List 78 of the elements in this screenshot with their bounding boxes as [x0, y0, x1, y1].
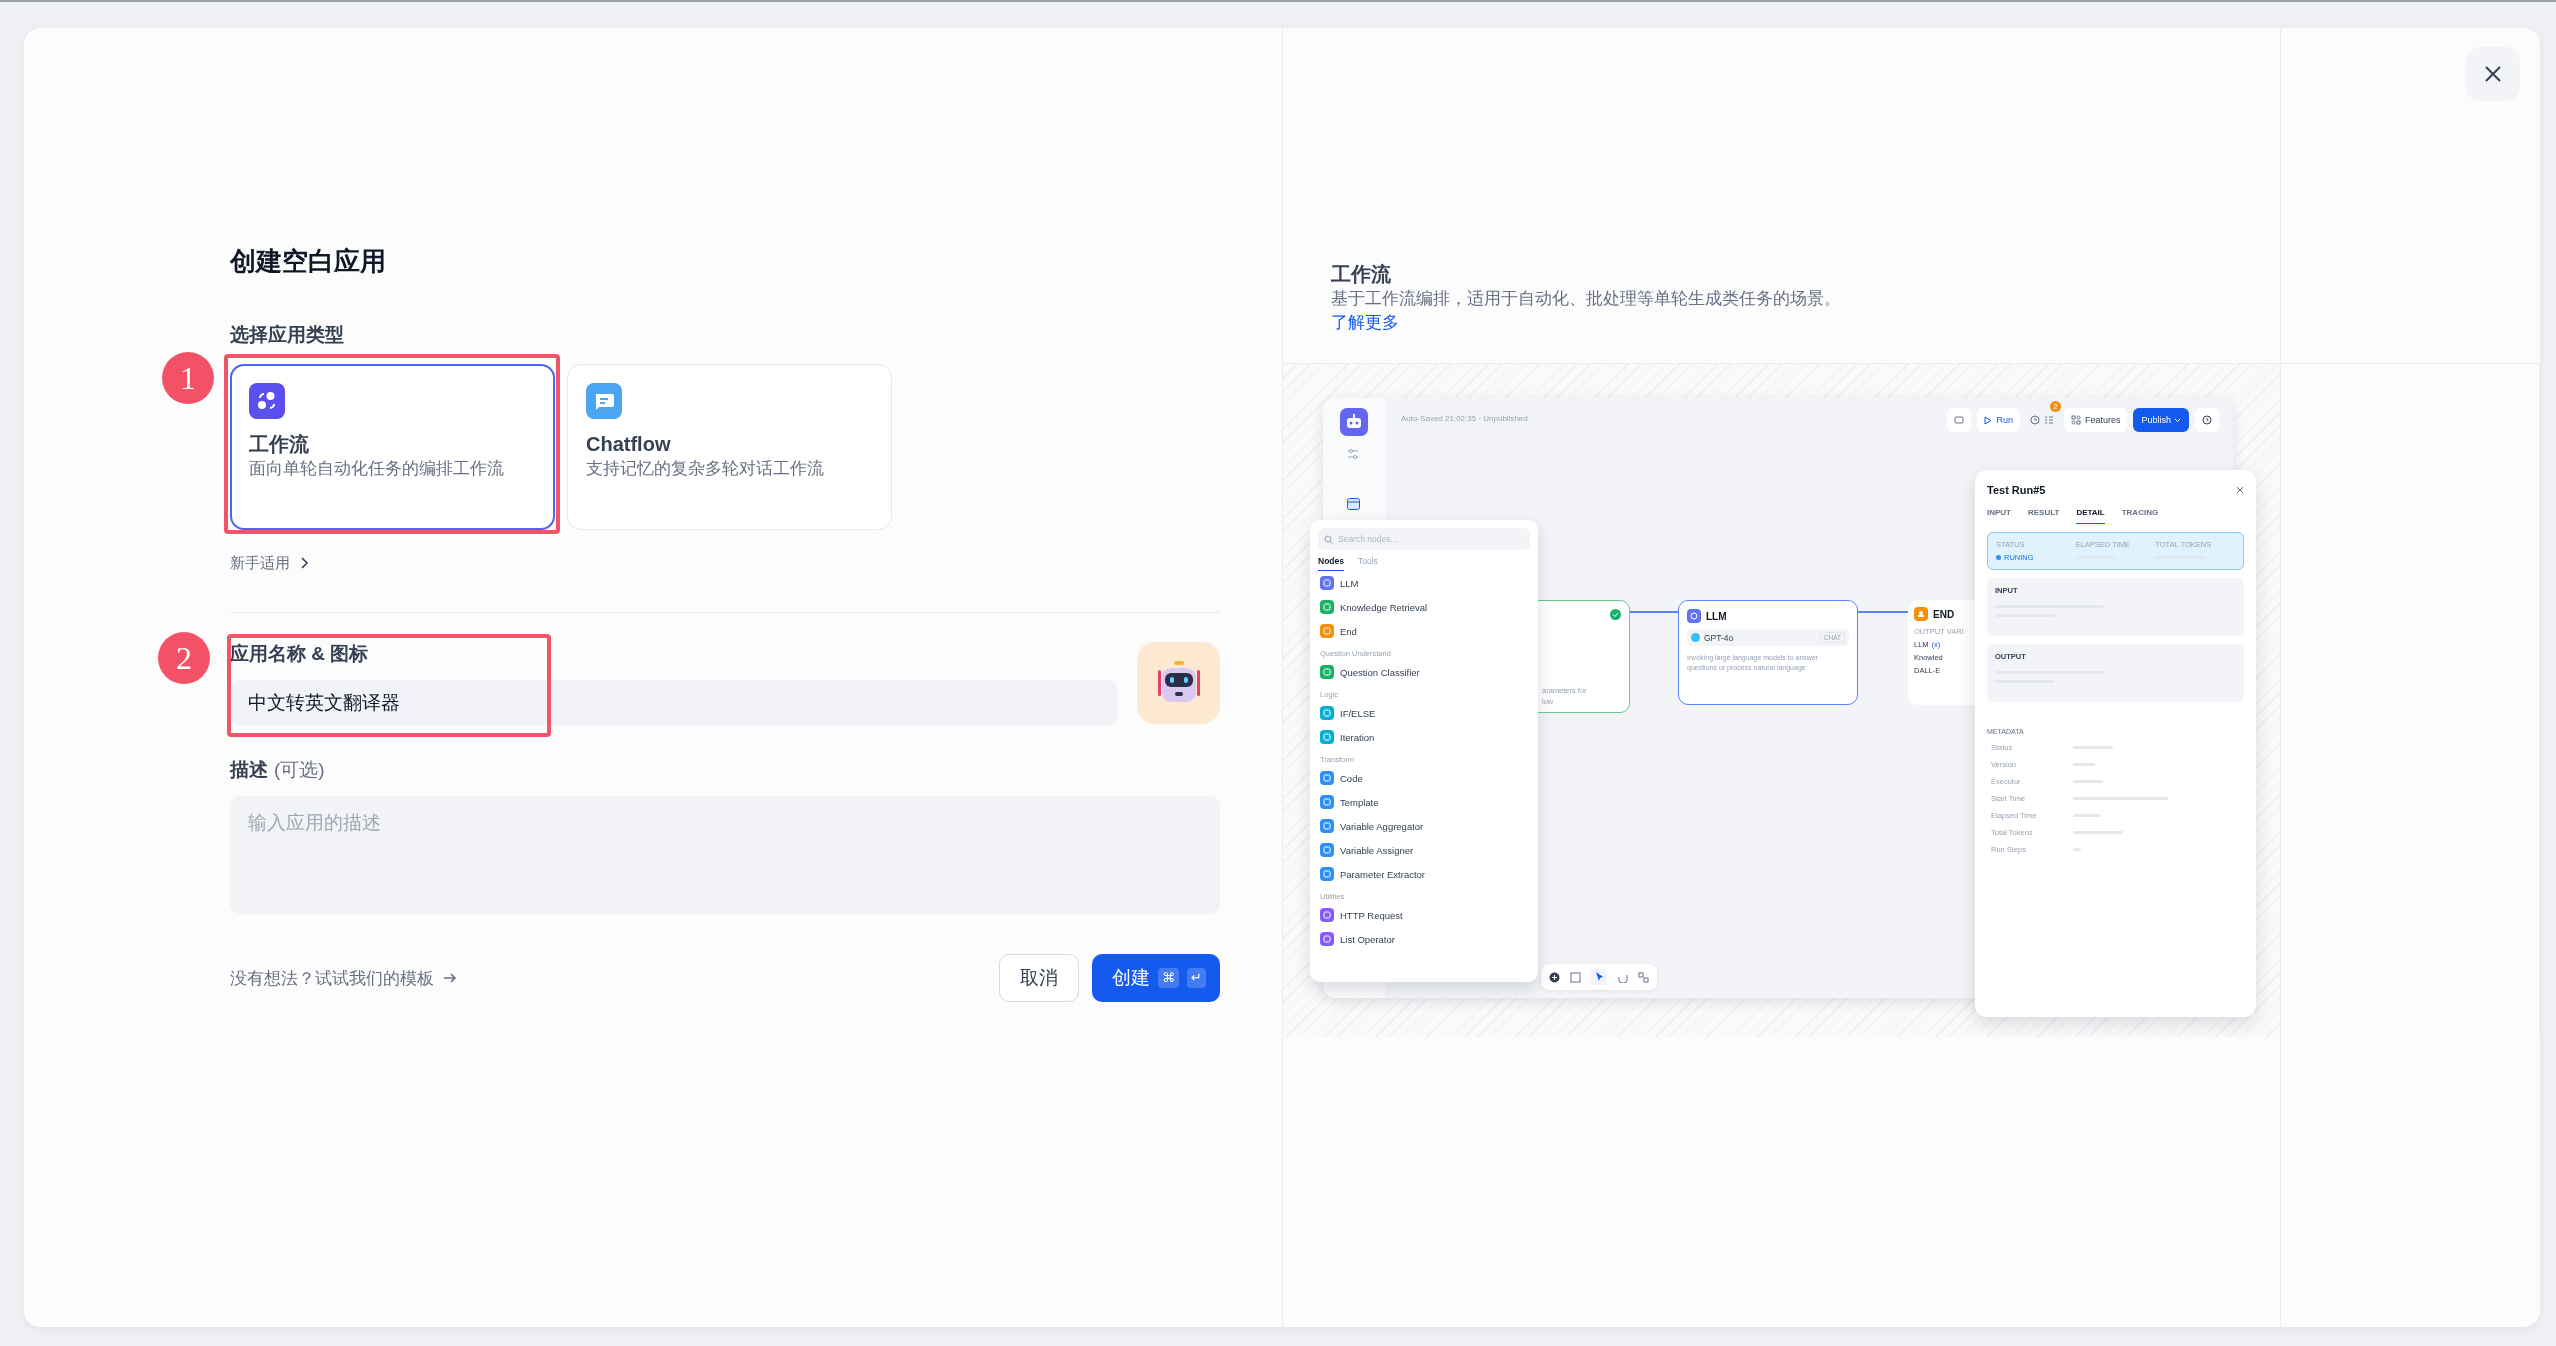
- card-title: 工作流: [249, 432, 309, 457]
- clock-icon[interactable]: [2029, 415, 2040, 425]
- preview-description: 基于工作流编排，适用于自动化、批处理等单轮生成类任务的场景。 了解更多: [1331, 288, 1842, 334]
- learn-more-link[interactable]: 了解更多: [1331, 313, 1399, 332]
- palette-item[interactable]: End: [1318, 619, 1530, 643]
- palette-item[interactable]: List Operator: [1318, 927, 1530, 951]
- palette-item[interactable]: Variable Assigner: [1318, 838, 1530, 862]
- panel-tab[interactable]: TRACING: [2121, 508, 2159, 524]
- grid-icon: [2070, 415, 2081, 425]
- cancel-button[interactable]: 取消: [999, 954, 1080, 1002]
- palette-item[interactable]: IF/ELSE: [1318, 701, 1530, 725]
- workflow-icon: [249, 383, 285, 419]
- node-icon: [1914, 607, 1928, 621]
- play-icon: [1984, 415, 1993, 425]
- palette-tab[interactable]: Nodes: [1318, 556, 1344, 571]
- node-icon: [1687, 609, 1701, 623]
- chevron-icon: [298, 556, 310, 570]
- panel-tab[interactable]: DETAIL: [2076, 508, 2105, 524]
- publish-button[interactable]: Publish: [2133, 408, 2189, 432]
- panel-tab[interactable]: INPUT: [1987, 508, 2011, 524]
- search-icon: [1324, 534, 1333, 544]
- palette-item[interactable]: LLM: [1318, 571, 1530, 595]
- palette-item[interactable]: Variable Aggregator: [1318, 814, 1530, 838]
- close-button[interactable]: [2466, 47, 2520, 101]
- card-title: Chatflow: [586, 432, 671, 457]
- add-icon[interactable]: [1549, 971, 1560, 983]
- step-marker: 1: [162, 352, 214, 404]
- close-icon: [2484, 65, 2502, 83]
- autosave-status: Auto-Saved 21:02:35 · Unpublished: [1401, 414, 1528, 423]
- run-button[interactable]: Run: [1977, 408, 2020, 432]
- shortcut-key: ⌘: [1158, 968, 1180, 988]
- palette-item[interactable]: Question Classifier: [1318, 660, 1530, 684]
- panel-title: Test Run#5: [1987, 484, 2046, 496]
- name-field[interactable]: 中文转英文翻译器: [230, 680, 1118, 726]
- card-description: 面向单轮自动化任务的编排工作流: [249, 458, 504, 480]
- chat-icon: [586, 383, 622, 419]
- create-button[interactable]: 创建 ⌘ ↵: [1092, 954, 1220, 1002]
- step-marker: 2: [158, 632, 210, 684]
- close-icon[interactable]: [2236, 486, 2244, 494]
- preview-title: 工作流: [1331, 262, 1392, 287]
- node-title: END: [1933, 608, 1955, 620]
- palette-item[interactable]: Template: [1318, 790, 1530, 814]
- field-label: 应用名称 & 图标: [230, 642, 370, 666]
- palette-item[interactable]: Iteration: [1318, 725, 1530, 749]
- caret-icon: [2174, 417, 2181, 423]
- note-icon[interactable]: [1570, 971, 1581, 983]
- history-button[interactable]: [2195, 408, 2219, 432]
- node-title: LLM: [1706, 610, 1727, 622]
- card-description: 支持记忆的复杂多轮对话工作流: [586, 458, 824, 480]
- panel-tab[interactable]: RESULT: [2028, 508, 2060, 524]
- sliders-icon: [1347, 448, 1359, 460]
- dialog-title: 创建空白应用: [230, 246, 387, 276]
- history-icon: [2202, 415, 2212, 425]
- shortcut-key: ↵: [1187, 968, 1206, 988]
- model-icon: [1691, 633, 1700, 642]
- section-label: 选择应用类型: [230, 323, 345, 347]
- palette-item[interactable]: Parameter Extractor: [1318, 862, 1530, 886]
- field-label: 描述: [230, 758, 268, 782]
- app-type-card[interactable]: 工作流 面向单轮自动化任务的编排工作流: [230, 364, 555, 530]
- palette-item[interactable]: Knowledge Retrieval: [1318, 595, 1530, 619]
- check-icon: [1610, 609, 1621, 620]
- description-field[interactable]: 输入应用的描述: [230, 796, 1220, 914]
- features-button[interactable]: Features: [2063, 408, 2128, 432]
- template-link[interactable]: 没有想法？试试我们的模板: [230, 966, 458, 990]
- optional-hint: (可选): [274, 758, 325, 782]
- image-icon: [1347, 498, 1360, 510]
- pointer-icon[interactable]: [1591, 969, 1607, 985]
- model-name: GPT-4o: [1704, 632, 1734, 643]
- status-dot: [1996, 555, 2001, 560]
- app-type-card[interactable]: Chatflow 支持记忆的复杂多轮对话工作流: [567, 364, 892, 530]
- palette-item[interactable]: Code: [1318, 766, 1530, 790]
- layout-icon[interactable]: [1638, 971, 1649, 983]
- beginner-link[interactable]: 新手适用: [230, 553, 310, 573]
- robot-icon: [1340, 408, 1368, 436]
- arrow-icon: [442, 971, 458, 985]
- app-icon-button[interactable]: [1137, 642, 1220, 724]
- checklist-icon[interactable]: [2043, 415, 2054, 425]
- palette-item[interactable]: HTTP Request: [1318, 903, 1530, 927]
